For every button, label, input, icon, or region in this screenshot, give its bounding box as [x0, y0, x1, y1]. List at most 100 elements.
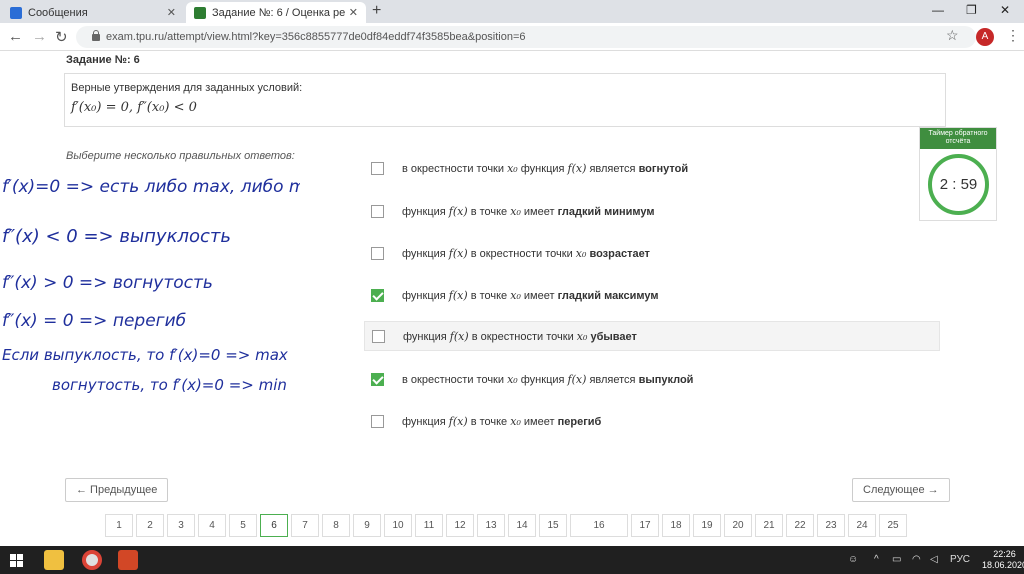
- page-button-12[interactable]: 12: [446, 514, 474, 537]
- answer-keyword: перегиб: [557, 415, 602, 428]
- page-button-7[interactable]: 7: [291, 514, 319, 537]
- answer-text: функция f(x) в окрестности точки x₀ убыв…: [403, 330, 637, 343]
- page-button-24[interactable]: 24: [848, 514, 876, 537]
- previous-button[interactable]: ← Предыдущее: [65, 478, 169, 502]
- math-variable: x₀: [510, 204, 521, 218]
- profile-avatar[interactable]: A: [976, 28, 994, 46]
- volume-icon[interactable]: ◁: [930, 554, 938, 565]
- math-variable: x₀: [507, 161, 518, 175]
- page-button-18[interactable]: 18: [662, 514, 690, 537]
- math-variable: x₀: [576, 329, 588, 343]
- page-button-11[interactable]: 11: [415, 514, 443, 537]
- page-button-21[interactable]: 21: [755, 514, 783, 537]
- page-button-1[interactable]: 1: [105, 514, 133, 537]
- back-icon[interactable]: ←: [8, 28, 23, 45]
- reload-icon[interactable]: ↻: [55, 28, 68, 46]
- windows-taskbar: ☺ ^ ▭ ◠ ◁ РУС 22:26 18.06.2020: [0, 546, 1024, 574]
- answer-keyword: гладкий минимум: [557, 205, 655, 218]
- forward-icon[interactable]: →: [32, 28, 47, 45]
- windows-start-icon[interactable]: [10, 554, 23, 567]
- question-formula: f′(x₀) = 0, f″(x₀) < 0: [71, 100, 197, 115]
- handwritten-note: f″(x) < 0 => выпуклость: [2, 226, 231, 247]
- new-tab-icon[interactable]: +: [372, 2, 381, 20]
- page-button-17[interactable]: 17: [631, 514, 659, 537]
- handwritten-note: f″(x) > 0 => вогнутость: [2, 273, 213, 293]
- tray-expand-icon[interactable]: ^: [874, 554, 879, 565]
- page-button-8[interactable]: 8: [322, 514, 350, 537]
- answer-option[interactable]: функция f(x) в точке x₀ имеет перегиб: [364, 406, 940, 436]
- page-button-3[interactable]: 3: [167, 514, 195, 537]
- close-window-icon[interactable]: ✕: [1000, 3, 1010, 17]
- wifi-icon[interactable]: ◠: [912, 554, 921, 565]
- math-variable: x₀: [507, 372, 518, 386]
- answer-checkbox[interactable]: [371, 372, 384, 386]
- browser-menu-icon[interactable]: ⋮: [1006, 27, 1020, 44]
- tab-messages[interactable]: Сообщения ✕: [2, 2, 184, 23]
- timer-label: Таймер обратного отсчёта: [920, 128, 996, 149]
- answer-checkbox[interactable]: [371, 414, 384, 428]
- page-button-14[interactable]: 14: [508, 514, 536, 537]
- page-button-9[interactable]: 9: [353, 514, 381, 537]
- minimize-icon[interactable]: —: [932, 3, 944, 17]
- chrome-icon[interactable]: [82, 550, 102, 570]
- answer-checkbox[interactable]: [371, 246, 384, 260]
- page-button-5[interactable]: 5: [229, 514, 257, 537]
- page-button-20[interactable]: 20: [724, 514, 752, 537]
- next-button[interactable]: Следующее →: [852, 478, 950, 502]
- handwritten-note: f″(x) = 0 => перегиб: [2, 311, 186, 331]
- answer-option[interactable]: в окрестности точки x₀ функция f(x) явля…: [364, 364, 940, 394]
- page-button-13[interactable]: 13: [477, 514, 505, 537]
- answer-fragment: имеет: [520, 415, 558, 428]
- question-box: Верные утверждения для заданных условий:…: [64, 73, 946, 127]
- answer-option[interactable]: функция f(x) в окрестности точки x₀ убыв…: [364, 321, 940, 351]
- page-button-6[interactable]: 6: [260, 514, 288, 537]
- answer-option[interactable]: в окрестности точки x₀ функция f(x) явля…: [364, 153, 940, 183]
- answer-checkbox[interactable]: [371, 161, 384, 175]
- answer-text: функция f(x) в точке x₀ имеет гладкий ми…: [402, 205, 654, 218]
- answer-option[interactable]: функция f(x) в точке x₀ имеет гладкий ма…: [364, 280, 940, 310]
- page-button-23[interactable]: 23: [817, 514, 845, 537]
- maximize-icon[interactable]: ❐: [966, 3, 977, 17]
- file-explorer-icon[interactable]: [44, 550, 64, 570]
- math-variable: f(x): [448, 288, 468, 302]
- answer-option[interactable]: функция f(x) в окрестности точки x₀ возр…: [364, 238, 940, 268]
- answer-text: функция f(x) в окрестности точки x₀ возр…: [402, 247, 650, 260]
- answer-checkbox[interactable]: [371, 204, 384, 218]
- tab-exam[interactable]: Задание №: 6 / Оценка результ ✕: [186, 2, 366, 23]
- system-clock[interactable]: 22:26 18.06.2020: [982, 549, 1024, 571]
- clock-time: 22:26: [993, 549, 1016, 559]
- answer-option[interactable]: функция f(x) в точке x₀ имеет гладкий ми…: [364, 196, 940, 226]
- page-button-15[interactable]: 15: [539, 514, 567, 537]
- answer-checkbox[interactable]: [372, 329, 385, 343]
- page-button-4[interactable]: 4: [198, 514, 226, 537]
- math-variable: f(x): [448, 414, 468, 428]
- powerpoint-icon[interactable]: [118, 550, 138, 570]
- page-button-25[interactable]: 25: [879, 514, 907, 537]
- page-button-22[interactable]: 22: [786, 514, 814, 537]
- url-text: exam.tpu.ru/attempt/view.html?key=356c88…: [106, 31, 526, 43]
- clock-date: 18.06.2020: [982, 560, 1024, 570]
- page-button-2[interactable]: 2: [136, 514, 164, 537]
- address-bar[interactable]: exam.tpu.ru/attempt/view.html?key=356c88…: [76, 26, 976, 48]
- math-variable: x₀: [575, 246, 587, 260]
- timer-value: 2 : 59: [939, 176, 978, 193]
- bookmark-star-icon[interactable]: ☆: [946, 27, 959, 44]
- close-tab-icon[interactable]: ✕: [167, 6, 176, 19]
- browser-tab-bar: Сообщения ✕ Задание №: 6 / Оценка резуль…: [0, 0, 1024, 23]
- people-icon[interactable]: ☺: [848, 554, 858, 565]
- network-icon[interactable]: ▭: [892, 554, 901, 565]
- question-pagination: 1 2 3 4 5 6 7 8 9 10 11 12 13 14 15 16 17 18 19 20 21 22 23 24 2…: [105, 514, 910, 537]
- page-button-16[interactable]: 16: [570, 514, 628, 537]
- answer-fragment: в окрестности точки: [402, 373, 508, 386]
- page-button-19[interactable]: 19: [693, 514, 721, 537]
- countdown-timer: Таймер обратного отсчёта 2 : 59: [919, 127, 997, 221]
- answer-keyword: выпуклой: [638, 373, 694, 386]
- keyboard-language[interactable]: РУС: [950, 554, 970, 565]
- answer-text: функция f(x) в точке x₀ имеет перегиб: [402, 415, 601, 428]
- close-tab-icon[interactable]: ✕: [349, 6, 358, 19]
- answer-text: в окрестности точки x₀ функция f(x) явля…: [402, 373, 693, 386]
- answer-fragment: является: [586, 373, 639, 386]
- page-button-10[interactable]: 10: [384, 514, 412, 537]
- answer-fragment: функция: [402, 205, 449, 218]
- answer-checkbox[interactable]: [371, 288, 384, 302]
